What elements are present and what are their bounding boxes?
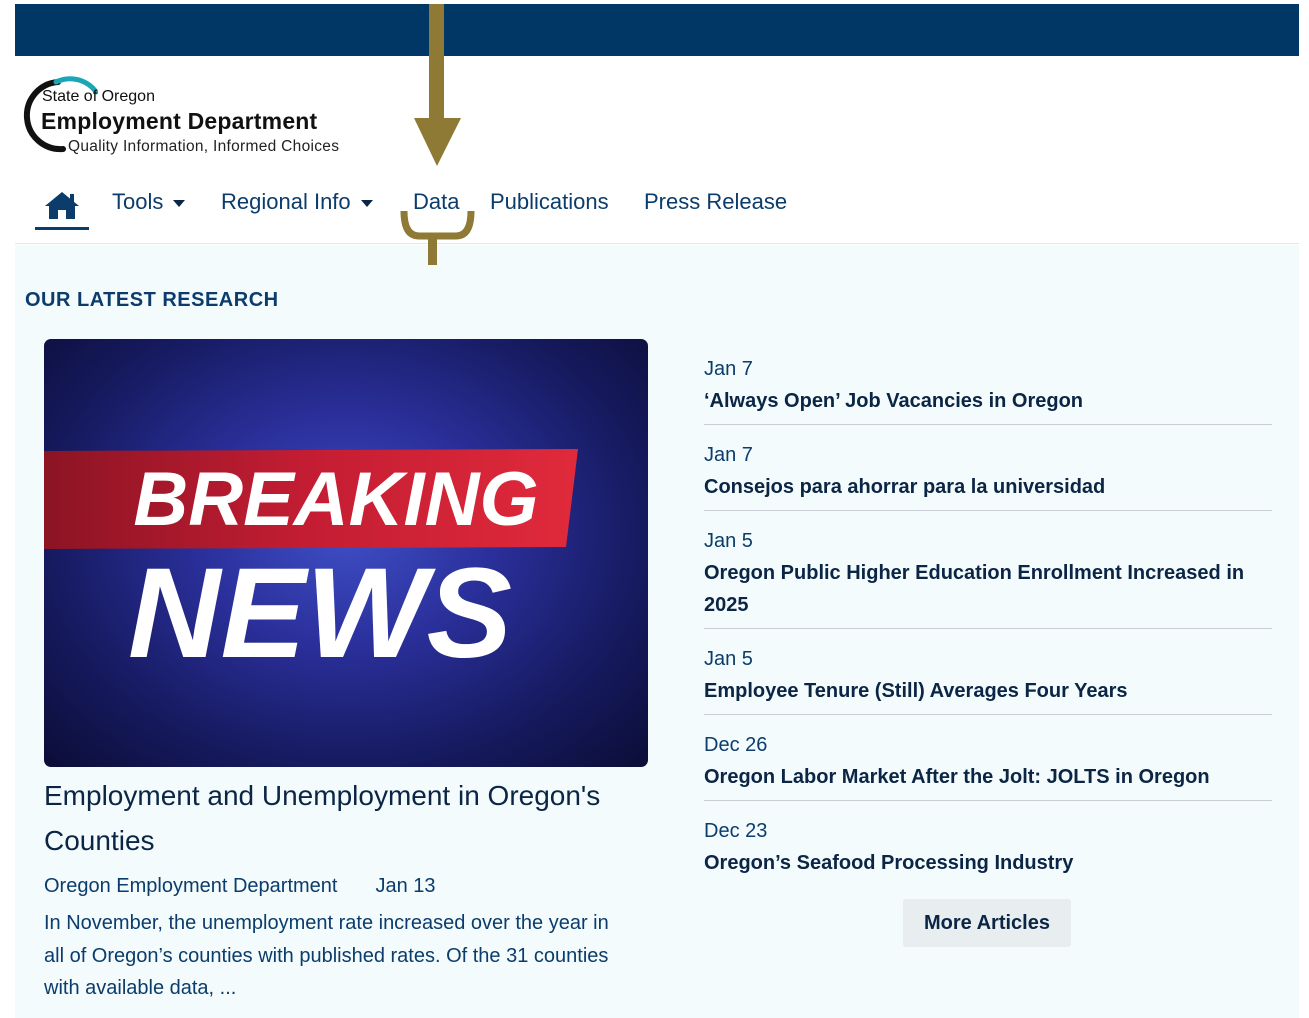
logo-tagline: Quality Information, Informed Choices: [68, 138, 340, 155]
article-list: Jan 7 ‘Always Open’ Job Vacancies in Ore…: [704, 353, 1272, 886]
feature-image[interactable]: BREAKING NEWS: [44, 339, 648, 767]
annotation-arrow-head: [414, 118, 461, 166]
news-text: NEWS: [128, 542, 512, 685]
article-title[interactable]: ‘Always Open’ Job Vacancies in Oregon: [704, 385, 1272, 424]
article-title[interactable]: Consejos para ahorrar para la universida…: [704, 471, 1272, 510]
nav-regional-info[interactable]: Regional Info: [221, 189, 373, 215]
home-icon: [45, 192, 79, 219]
breaking-text: BREAKING: [133, 457, 538, 542]
nav-press-release-label: Press Release: [644, 189, 788, 214]
nav-publications-label: Publications: [490, 189, 609, 214]
article-title[interactable]: Oregon’s Seafood Processing Industry: [704, 847, 1272, 886]
nav-home[interactable]: [35, 184, 89, 230]
article-title[interactable]: Oregon Labor Market After the Jolt: JOLT…: [704, 761, 1272, 800]
research-section: OUR LATEST RESEARCH BREAKING NEWS Employ…: [15, 245, 1299, 1018]
article-title[interactable]: Oregon Public Higher Education Enrollmen…: [704, 557, 1272, 628]
article-title[interactable]: Employee Tenure (Still) Averages Four Ye…: [704, 675, 1272, 714]
nav-publications[interactable]: Publications: [490, 189, 609, 215]
feature-description: In November, the unemployment rate incre…: [44, 912, 609, 999]
nav-tools[interactable]: Tools: [112, 189, 186, 215]
feature-title[interactable]: Employment and Unemployment in Oregon's …: [44, 773, 604, 863]
breaking-news-graphic: BREAKING NEWS: [44, 449, 578, 685]
article-date: Dec 23: [704, 820, 768, 842]
article-date: Dec 26: [704, 734, 768, 756]
nav-data[interactable]: Data: [413, 189, 459, 215]
article-date: Jan 7: [704, 358, 753, 380]
nav-tools-label: Tools: [112, 189, 164, 214]
feature-date: Jan 13: [375, 875, 436, 897]
list-item[interactable]: Dec 23 Oregon’s Seafood Processing Indus…: [704, 815, 1272, 886]
nav-data-label: Data: [413, 189, 460, 214]
list-item[interactable]: Jan 7 Consejos para ahorrar para la univ…: [704, 439, 1272, 511]
list-item[interactable]: Jan 5 Oregon Public Higher Education Enr…: [704, 525, 1272, 629]
nav-regional-info-label: Regional Info: [221, 189, 351, 214]
caret-down-icon: [360, 199, 373, 207]
logo-department-text: Employment Department: [41, 108, 318, 134]
feature-author: Oregon Employment Department: [44, 875, 338, 897]
article-date: Jan 5: [704, 648, 753, 670]
page-frame: State of Oregon Employment Department Qu…: [15, 4, 1299, 1018]
list-item[interactable]: Jan 5 Employee Tenure (Still) Averages F…: [704, 643, 1272, 715]
article-date: Jan 7: [704, 444, 753, 466]
main-navigation: Tools Regional Info Data Publications Pr…: [15, 180, 1299, 244]
site-logo[interactable]: State of Oregon Employment Department Qu…: [18, 74, 388, 164]
top-banner: [15, 4, 1299, 56]
list-item[interactable]: Dec 26 Oregon Labor Market After the Jol…: [704, 729, 1272, 801]
logo-state-text: State of Oregon: [42, 88, 155, 105]
section-title: OUR LATEST RESEARCH: [25, 289, 279, 311]
caret-down-icon: [173, 199, 186, 207]
article-date: Jan 5: [704, 530, 753, 552]
more-articles-button[interactable]: More Articles: [903, 899, 1071, 947]
list-item[interactable]: Jan 7 ‘Always Open’ Job Vacancies in Ore…: [704, 353, 1272, 425]
feature-meta: Oregon Employment Department Jan 13: [44, 875, 436, 898]
nav-press-release[interactable]: Press Release: [644, 189, 787, 215]
